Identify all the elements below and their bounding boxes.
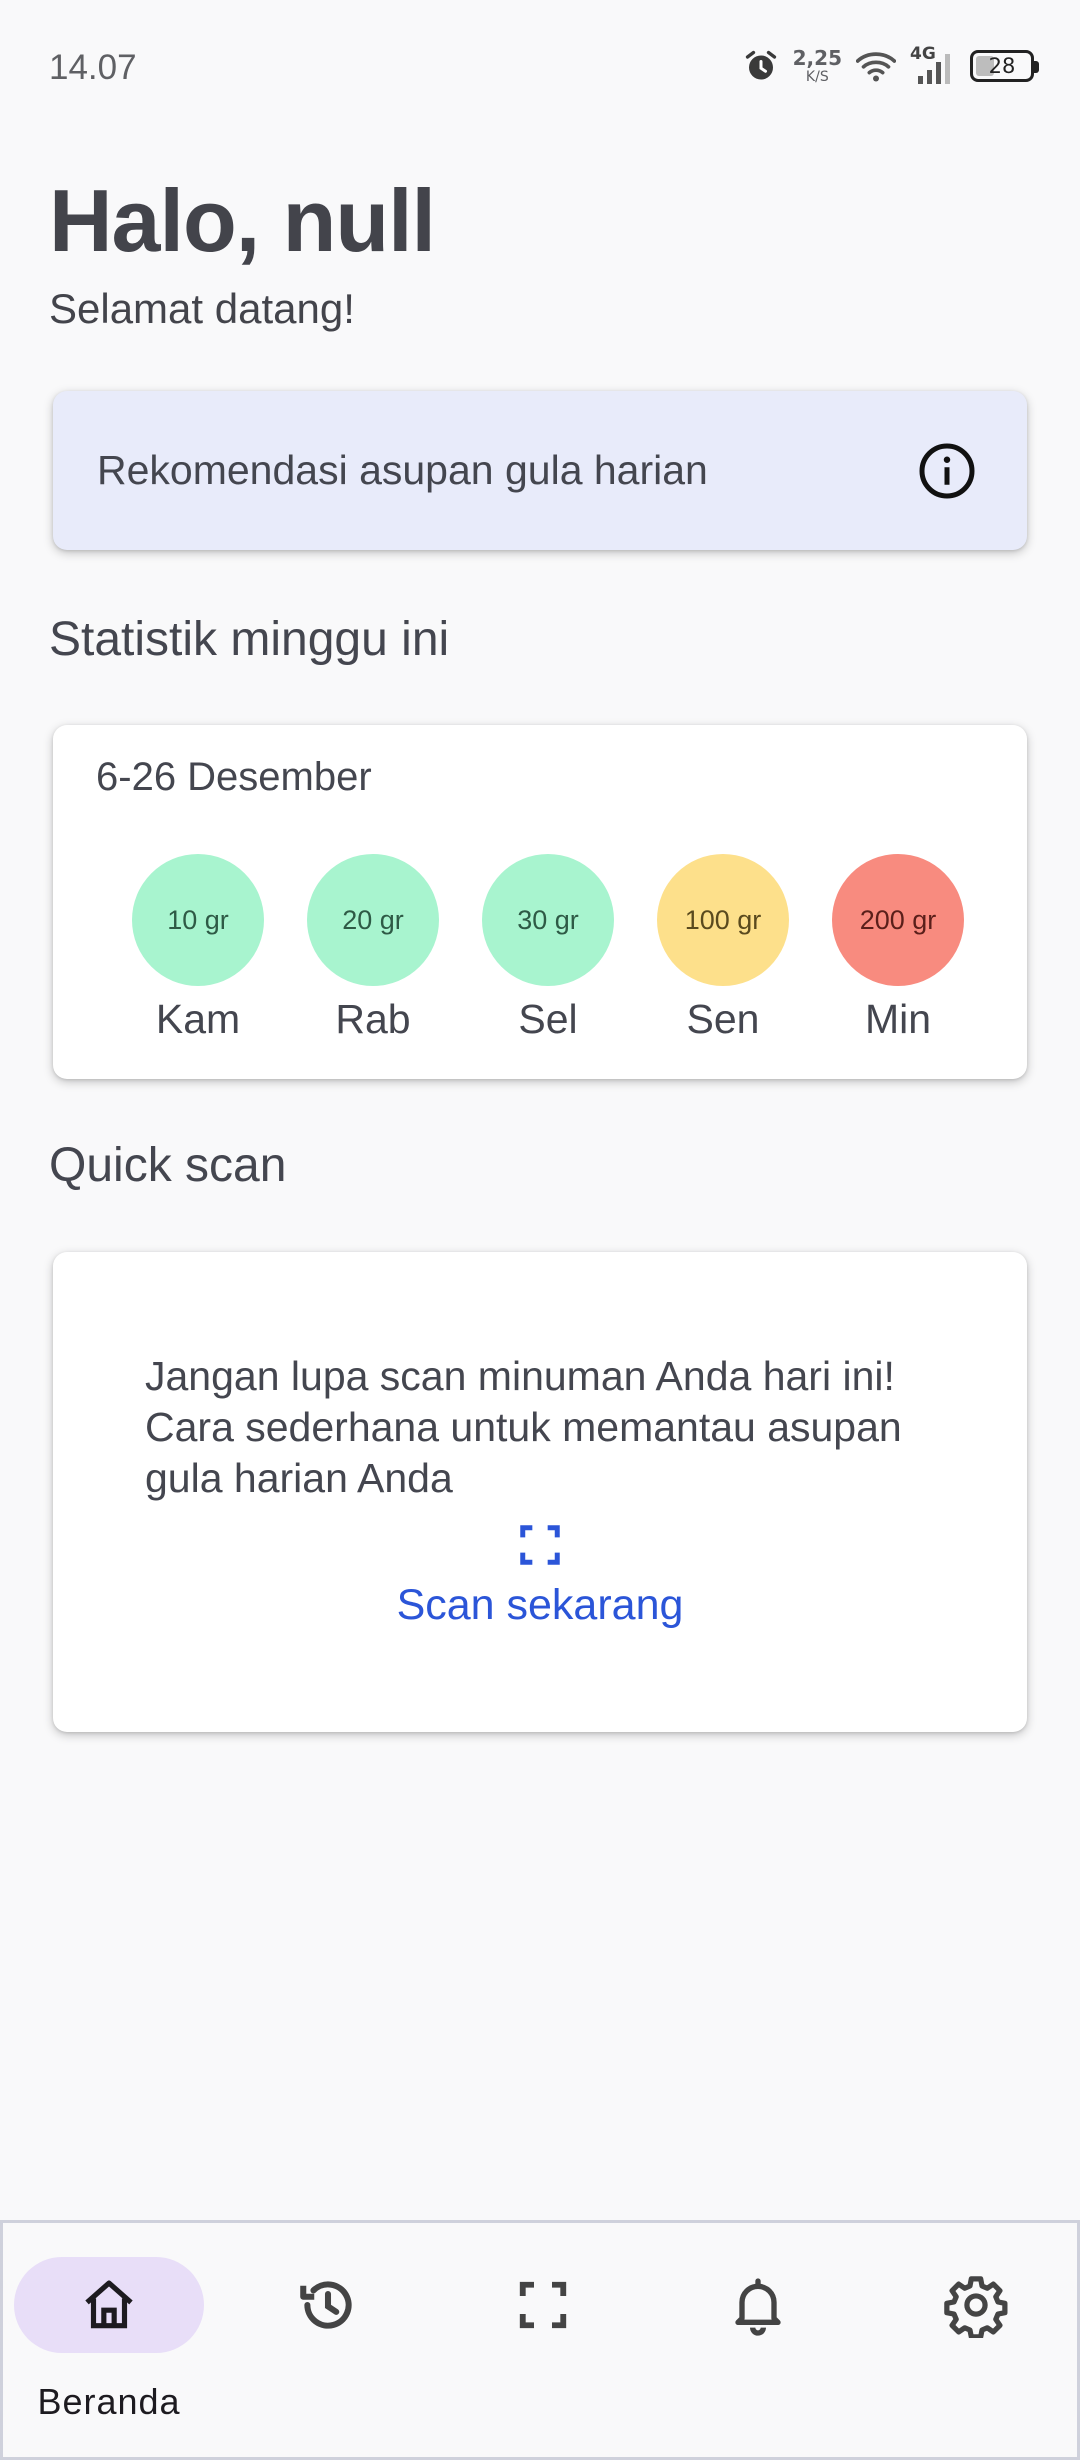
nav-item-scan[interactable] [478, 2223, 608, 2460]
greeting-title: Halo, null [49, 171, 436, 270]
nav-item-history[interactable] [263, 2223, 393, 2460]
day-sugar-amount: 200 gr [859, 904, 937, 935]
nav-pill [478, 2257, 608, 2353]
wifi-icon [856, 52, 896, 82]
home-icon [85, 2280, 133, 2329]
day-item[interactable]: 10 gr Kam [118, 854, 278, 1043]
date-range: 6-26 Desember [96, 755, 372, 799]
day-label: Rab [335, 996, 411, 1042]
signal-icon [918, 54, 950, 84]
network-speed: 2,25 K/S [793, 48, 842, 84]
day-item[interactable]: 20 gr Rab [293, 854, 453, 1043]
day-sugar-bubble: 20 gr [307, 854, 439, 986]
status-icons: 2,25 K/S 4G 28 [743, 44, 1039, 88]
scan-icon[interactable] [517, 1522, 563, 1568]
quick-scan-title: Quick scan [49, 1139, 287, 1192]
day-label: Sen [686, 996, 760, 1042]
day-label: Min [864, 996, 932, 1042]
day-label: Sel [518, 996, 578, 1042]
welcome-subtitle: Selamat datang! [49, 285, 355, 332]
day-label: Kam [155, 996, 241, 1042]
nav-item-settings[interactable] [911, 2223, 1041, 2460]
status-time: 14.07 [49, 48, 137, 87]
history-icon [300, 2281, 352, 2329]
bell-icon [735, 2278, 781, 2336]
day-sugar-bubble: 100 gr [657, 854, 789, 986]
info-icon[interactable] [917, 441, 977, 501]
day-item[interactable]: 100 gr Sen [643, 854, 803, 1043]
day-list: 10 gr Kam 20 gr Rab 30 gr Sel 100 gr Sen… [118, 854, 978, 1043]
scan-now-button[interactable]: Scan sekarang [53, 1581, 1027, 1630]
nav-pill [911, 2257, 1041, 2353]
day-item[interactable]: 30 gr Sel [468, 854, 628, 1043]
scan-icon [519, 2281, 567, 2329]
day-sugar-bubble: 200 gr [832, 854, 964, 986]
alarm-icon [745, 50, 776, 80]
nav-item-home[interactable]: Beranda [14, 2223, 204, 2460]
weekly-stats-card: 6-26 Desember 10 gr Kam 20 gr Rab 30 gr … [53, 725, 1027, 1079]
battery-icon: 28 [970, 50, 1039, 82]
nav-active-indicator [14, 2257, 204, 2353]
day-sugar-amount: 30 gr [517, 904, 579, 935]
recommendation-card[interactable]: Rekomendasi asupan gula harian [53, 391, 1027, 550]
speed-value: 2,25 [792, 46, 842, 70]
day-sugar-bubble: 30 gr [482, 854, 614, 986]
status-bar: 14.07 2,25 K/S 4G 28 [0, 0, 1080, 136]
day-item[interactable]: 200 gr Min [818, 854, 978, 1043]
speed-unit: K/S [805, 69, 829, 85]
day-sugar-bubble: 10 gr [132, 854, 264, 986]
recommendation-text: Rekomendasi asupan gula harian [97, 447, 708, 493]
day-sugar-amount: 20 gr [342, 904, 404, 935]
quick-scan-card: Jangan lupa scan minuman Anda hari ini! … [53, 1252, 1027, 1732]
nav-item-notifications[interactable] [693, 2223, 823, 2460]
nav-pill [693, 2257, 823, 2353]
bottom-navigation: Beranda [0, 2220, 1080, 2460]
nav-pill [263, 2257, 393, 2353]
day-sugar-amount: 100 gr [684, 904, 762, 935]
cell-signal: 4G [910, 44, 956, 86]
nav-label-home: Beranda [37, 2381, 181, 2422]
stats-section-title: Statistik minggu ini [49, 613, 450, 666]
gear-icon [944, 2276, 1008, 2338]
quick-scan-message: Jangan lupa scan minuman Anda hari ini! … [145, 1353, 902, 1501]
day-sugar-amount: 10 gr [167, 904, 229, 935]
